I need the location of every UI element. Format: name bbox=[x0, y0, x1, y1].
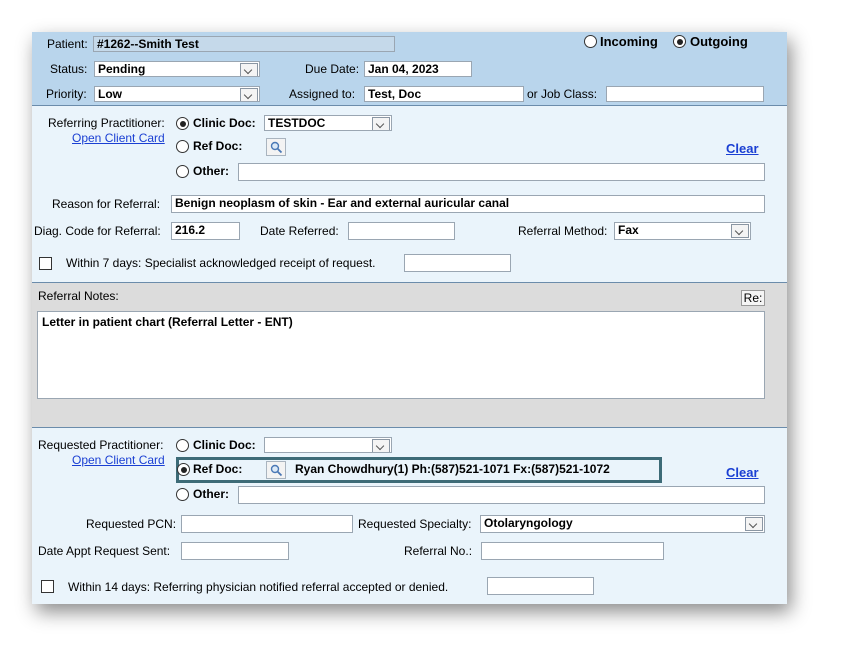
ref-doc-label: Ref Doc: bbox=[193, 462, 243, 476]
ref-doc-radio[interactable] bbox=[177, 463, 190, 476]
referral-header: Patient: #1262--Smith Test Incoming Outg… bbox=[32, 32, 787, 106]
reason-label: Reason for Referral: bbox=[52, 197, 161, 211]
other-label: Other: bbox=[193, 487, 229, 501]
diag-code-label: Diag. Code for Referral: bbox=[34, 224, 161, 238]
within7-field[interactable] bbox=[404, 254, 511, 272]
ref-doc-value: Ryan Chowdhury(1) Ph:(587)521-1071 Fx:(5… bbox=[295, 462, 610, 476]
priority-select[interactable]: Low bbox=[94, 86, 260, 102]
open-client-card-link[interactable]: Open Client Card bbox=[72, 131, 165, 145]
clinic-doc-radio[interactable] bbox=[176, 439, 189, 452]
other-field[interactable] bbox=[238, 163, 765, 181]
due-date-field[interactable]: Jan 04, 2023 bbox=[364, 61, 472, 77]
other-field[interactable] bbox=[238, 486, 765, 504]
referral-notes-textarea[interactable]: Letter in patient chart (Referral Letter… bbox=[37, 311, 765, 399]
requested-section: Requested Practitioner: Open Client Card… bbox=[32, 428, 787, 604]
ref-doc-search-button[interactable] bbox=[266, 138, 286, 156]
referring-clear-link[interactable]: Clear bbox=[726, 141, 759, 156]
assigned-to-label: Assigned to: bbox=[289, 87, 356, 101]
requested-specialty-select[interactable]: Otolaryngology bbox=[480, 515, 765, 533]
date-appt-sent-label: Date Appt Request Sent: bbox=[38, 544, 171, 558]
clinic-doc-select[interactable] bbox=[264, 437, 392, 453]
priority-value: Low bbox=[98, 87, 122, 101]
clinic-doc-radio[interactable] bbox=[176, 117, 189, 130]
within14-checkbox[interactable] bbox=[41, 580, 54, 593]
referral-no-field[interactable] bbox=[481, 542, 664, 560]
requested-specialty-value: Otolaryngology bbox=[484, 516, 573, 530]
requested-clear-link[interactable]: Clear bbox=[726, 465, 759, 480]
job-class-field[interactable] bbox=[606, 86, 764, 102]
within7-checkbox[interactable] bbox=[39, 257, 52, 270]
patient-field: #1262--Smith Test bbox=[93, 36, 395, 52]
status-value: Pending bbox=[98, 62, 146, 76]
incoming-radio[interactable] bbox=[584, 35, 597, 48]
due-date-label: Due Date: bbox=[305, 62, 360, 76]
ref-doc-radio[interactable] bbox=[176, 140, 189, 153]
other-radio[interactable] bbox=[176, 488, 189, 501]
chevron-down-icon[interactable] bbox=[372, 439, 390, 452]
requested-pcn-field[interactable] bbox=[181, 515, 353, 533]
reason-field[interactable]: Benign neoplasm of skin - Ear and extern… bbox=[171, 195, 765, 213]
assigned-to-field[interactable]: Test, Doc bbox=[364, 86, 524, 102]
referring-practitioner-label: Referring Practitioner: bbox=[48, 116, 165, 130]
clinic-doc-select[interactable]: TESTDOC bbox=[264, 115, 392, 131]
clinic-doc-value: TESTDOC bbox=[268, 116, 326, 130]
date-referred-label: Date Referred: bbox=[260, 224, 339, 238]
magnifier-icon bbox=[270, 464, 283, 477]
status-select[interactable]: Pending bbox=[94, 61, 260, 77]
chevron-down-icon[interactable] bbox=[372, 117, 390, 130]
date-appt-sent-field[interactable] bbox=[181, 542, 289, 560]
magnifier-icon bbox=[270, 141, 283, 154]
job-class-label: or Job Class: bbox=[527, 87, 598, 101]
status-label: Status: bbox=[50, 62, 88, 76]
referral-method-value: Fax bbox=[618, 223, 639, 237]
referral-method-label: Referral Method: bbox=[518, 224, 608, 238]
diag-code-field[interactable]: 216.2 bbox=[171, 222, 240, 240]
within14-label: Within 14 days: Referring physician noti… bbox=[68, 580, 449, 594]
other-label: Other: bbox=[193, 164, 229, 178]
outgoing-label: Outgoing bbox=[690, 34, 748, 49]
referring-section: Referring Practitioner: Open Client Card… bbox=[32, 106, 787, 283]
requested-practitioner-label: Requested Practitioner: bbox=[38, 438, 164, 452]
referral-no-label: Referral No.: bbox=[404, 544, 473, 558]
clinic-doc-label: Clinic Doc: bbox=[193, 116, 256, 130]
referral-method-select[interactable]: Fax bbox=[614, 222, 751, 240]
open-client-card-link[interactable]: Open Client Card bbox=[72, 453, 165, 467]
priority-label: Priority: bbox=[46, 87, 87, 101]
other-radio[interactable] bbox=[176, 165, 189, 178]
requested-pcn-label: Requested PCN: bbox=[86, 517, 177, 531]
re-button[interactable]: Re: bbox=[741, 290, 765, 306]
date-referred-field[interactable] bbox=[348, 222, 455, 240]
chevron-down-icon[interactable] bbox=[731, 224, 749, 238]
outgoing-radio[interactable] bbox=[673, 35, 686, 48]
referral-notes-label: Referral Notes: bbox=[38, 289, 119, 303]
clinic-doc-label: Clinic Doc: bbox=[193, 438, 256, 452]
ref-doc-search-button[interactable] bbox=[266, 461, 286, 479]
chevron-down-icon[interactable] bbox=[745, 517, 763, 531]
patient-label: Patient: bbox=[47, 37, 88, 51]
chevron-down-icon[interactable] bbox=[240, 63, 258, 76]
ref-doc-label: Ref Doc: bbox=[193, 139, 243, 153]
notes-section: Referral Notes: Re: Letter in patient ch… bbox=[32, 283, 787, 428]
within14-field[interactable] bbox=[487, 577, 594, 595]
incoming-label: Incoming bbox=[600, 34, 658, 49]
within7-label: Within 7 days: Specialist acknowledged r… bbox=[66, 256, 376, 270]
requested-specialty-label: Requested Specialty: bbox=[358, 517, 472, 531]
referral-form: Patient: #1262--Smith Test Incoming Outg… bbox=[32, 32, 787, 604]
chevron-down-icon[interactable] bbox=[240, 88, 258, 101]
